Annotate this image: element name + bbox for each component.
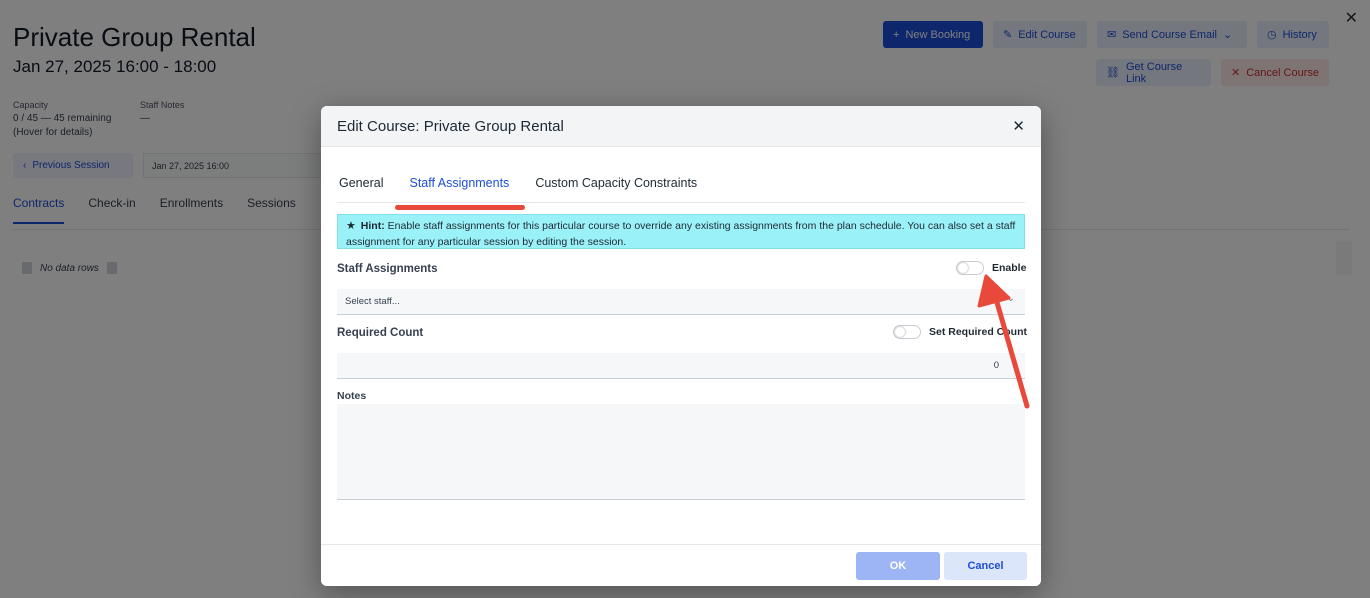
required-count-input[interactable]: 0	[337, 353, 1025, 379]
toggle-knob	[958, 263, 968, 273]
modal-footer: OK Cancel	[321, 544, 1041, 586]
tab-custom-capacity-constraints[interactable]: Custom Capacity Constraints	[533, 176, 710, 202]
toggle-knob	[895, 327, 905, 337]
tab-general[interactable]: General	[337, 176, 396, 202]
staff-select[interactable]: Select staff... ⌄	[337, 289, 1025, 315]
notes-textarea[interactable]	[337, 404, 1025, 500]
staff-select-placeholder: Select staff...	[345, 296, 400, 307]
set-required-count-toggle[interactable]	[893, 325, 921, 339]
ok-button[interactable]: OK	[856, 552, 940, 580]
hint-text: Enable staff assignments for this partic…	[346, 220, 1016, 248]
set-required-count-label: Set Required Count	[929, 326, 1028, 338]
enable-label: Enable	[992, 262, 1027, 274]
close-icon[interactable]: ✕	[1012, 117, 1025, 135]
star-icon: ★	[346, 220, 356, 232]
required-count-label: Required Count	[337, 327, 424, 339]
tab-staff-assignments[interactable]: Staff Assignments	[407, 176, 522, 202]
chevron-down-icon: ⌄	[1006, 293, 1015, 304]
staff-assignments-label: Staff Assignments	[337, 263, 438, 275]
modal-title: Edit Course: Private Group Rental	[337, 117, 564, 135]
cancel-button[interactable]: Cancel	[944, 552, 1027, 580]
edit-course-modal: Edit Course: Private Group Rental ✕ Gene…	[321, 106, 1041, 586]
enable-toggle[interactable]	[956, 261, 984, 275]
hint-box: ★ Hint: Enable staff assignments for thi…	[337, 214, 1025, 249]
hint-label: Hint:	[360, 220, 385, 232]
annotation-underline	[395, 205, 525, 210]
modal-header: Edit Course: Private Group Rental ✕	[321, 106, 1041, 147]
notes-label: Notes	[337, 390, 367, 402]
modal-tabs: General Staff Assignments Custom Capacit…	[337, 176, 1025, 203]
